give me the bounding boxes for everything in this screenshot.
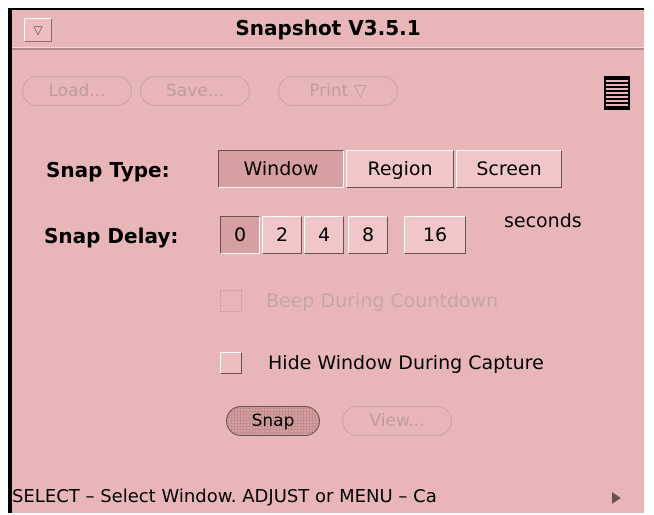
scroll-right-arrow-icon[interactable] (612, 492, 621, 504)
status-message: SELECT – Select Window. ADJUST or MENU –… (12, 486, 437, 507)
snapshot-window: ▽ Snapshot V3.5.1 Load... Save... Print … (8, 8, 644, 513)
snap-type-region[interactable]: Region (346, 150, 454, 188)
hide-window-checkbox-label: Hide Window During Capture (268, 352, 544, 374)
delay-option-8[interactable]: 8 (348, 216, 388, 254)
save-button[interactable]: Save... (140, 76, 250, 106)
beep-checkbox-label: Beep During Countdown (266, 290, 499, 312)
snap-type-label: Snap Type: (46, 158, 170, 182)
view-button[interactable]: View... (342, 406, 452, 436)
snap-delay-label: Snap Delay: (44, 224, 179, 248)
load-button[interactable]: Load... (22, 76, 132, 106)
delay-option-2[interactable]: 2 (262, 216, 302, 254)
window-title: Snapshot V3.5.1 (235, 16, 421, 40)
snap-type-window[interactable]: Window (218, 150, 344, 188)
title-bar[interactable]: ▽ Snapshot V3.5.1 (12, 10, 644, 50)
snap-type-screen[interactable]: Screen (456, 150, 562, 188)
status-bar: SELECT – Select Window. ADJUST or MENU –… (12, 480, 644, 513)
hide-window-checkbox[interactable] (220, 352, 242, 374)
delay-unit-label: seconds (504, 210, 582, 232)
delay-option-4[interactable]: 4 (304, 216, 344, 254)
snap-button[interactable]: Snap (226, 406, 320, 436)
beep-checkbox[interactable] (220, 290, 242, 312)
list-pane-icon[interactable] (604, 76, 630, 110)
delay-option-16[interactable]: 16 (404, 216, 466, 254)
print-menu-button[interactable]: Print ▽ (278, 76, 398, 106)
delay-option-0[interactable]: 0 (220, 216, 260, 254)
